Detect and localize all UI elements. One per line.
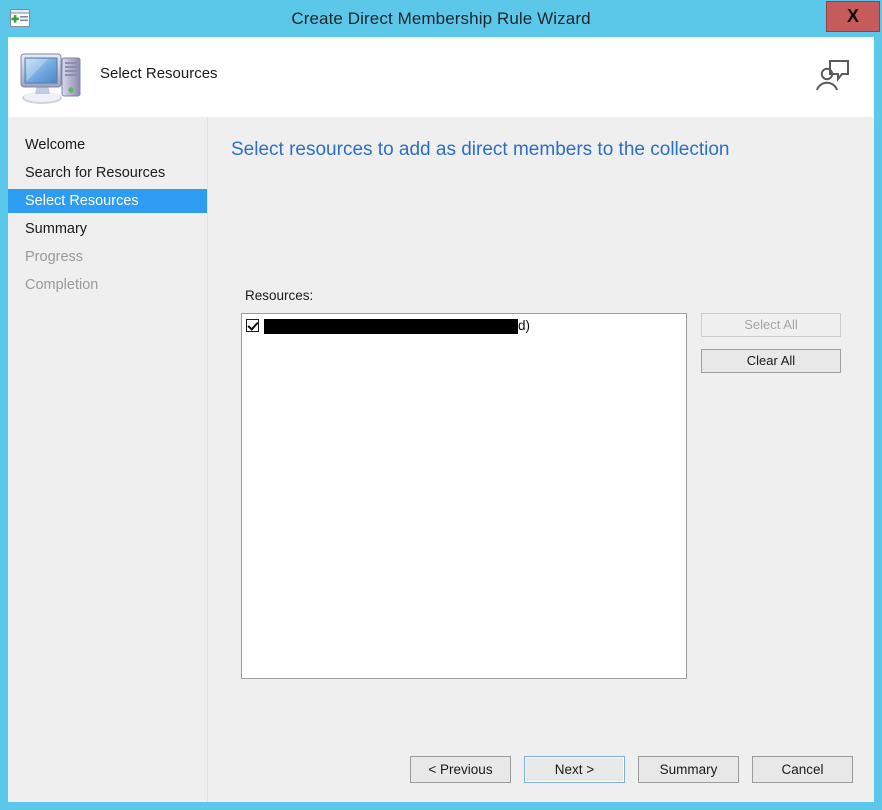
resource-name-tail: d) — [518, 317, 531, 333]
sidebar-item-summary[interactable]: Summary — [8, 217, 207, 241]
user-account-icon[interactable] — [814, 54, 852, 94]
redaction-bar — [264, 318, 518, 334]
content-heading: Select resources to add as direct member… — [231, 139, 730, 160]
summary-button[interactable]: Summary — [638, 756, 739, 783]
sidebar-item-welcome[interactable]: Welcome — [8, 133, 207, 157]
page-title: Select Resources — [100, 65, 218, 82]
sidebar-item-progress: Progress — [25, 249, 84, 265]
title-bar: Create Direct Membership Rule Wizard X — [0, 0, 882, 37]
wizard-step-nav: Welcome Search for Resources Select Reso… — [8, 117, 208, 802]
sidebar-item-select-resources[interactable]: Select Resources — [8, 189, 207, 213]
wizard-content: Select resources to add as direct member… — [209, 117, 874, 802]
cancel-button[interactable]: Cancel — [752, 756, 853, 783]
clear-all-button[interactable]: Clear All — [701, 349, 841, 373]
next-button[interactable]: Next > — [524, 756, 625, 783]
checkbox-checked-icon[interactable] — [246, 318, 259, 332]
wizard-window: Create Direct Membership Rule Wizard X S… — [0, 0, 882, 810]
computer-icon — [18, 47, 84, 107]
wizard-header: Select Resources — [8, 37, 874, 117]
select-all-button: Select All — [701, 313, 841, 337]
wizard-body: Welcome Search for Resources Select Reso… — [8, 117, 874, 802]
sidebar-item-search-for-resources[interactable]: Search for Resources — [8, 161, 207, 185]
wizard-footer: < Previous Next > Summary Cancel — [8, 740, 874, 802]
previous-button[interactable]: < Previous — [410, 756, 511, 783]
resources-listbox[interactable]: d) — [241, 313, 687, 679]
close-button[interactable]: X — [826, 1, 880, 32]
window-title: Create Direct Membership Rule Wizard — [291, 9, 591, 28]
list-item[interactable]: d) — [242, 314, 686, 336]
resources-label: Resources: — [245, 288, 314, 303]
resource-name: d) — [264, 317, 531, 334]
sidebar-item-completion: Completion — [25, 277, 99, 293]
